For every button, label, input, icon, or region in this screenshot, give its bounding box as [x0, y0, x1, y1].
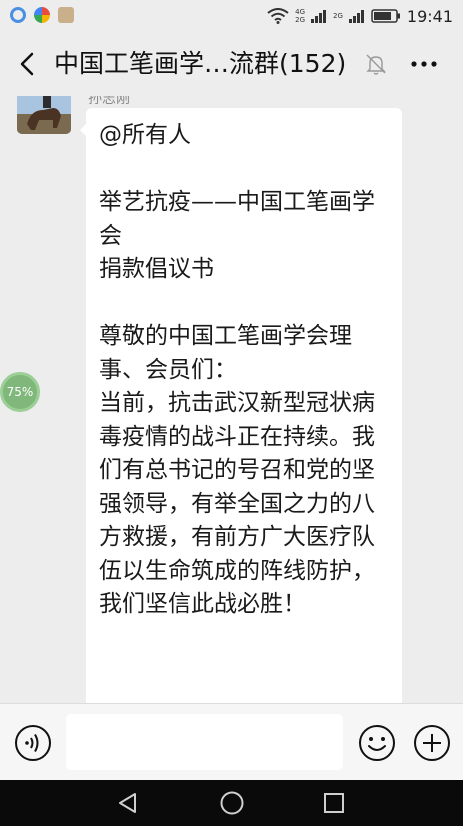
clock: 19:41	[406, 6, 453, 26]
chat-header: 中国工笔画学…流群(152)	[0, 32, 463, 96]
nav-back-button[interactable]	[115, 791, 141, 815]
wifi-icon	[267, 8, 289, 24]
status-indicators: 4G 2G 2G 19:41	[267, 4, 453, 28]
network-type-label: 2G	[333, 12, 343, 20]
progress-label: 75%	[6, 385, 34, 399]
more-button[interactable]	[404, 46, 444, 82]
back-arrow-icon	[20, 52, 34, 76]
app-notification-icon	[34, 7, 50, 23]
chat-message-list[interactable]: 孙志刚 @所有人 举艺抗疫——中国工笔画学会 捐款倡议书 尊敬的中国工笔画学会理…	[0, 96, 463, 703]
plus-icon	[414, 725, 450, 761]
emoji-button[interactable]	[358, 724, 396, 762]
network-type-label: 4G 2G	[295, 8, 305, 24]
signal-icon	[348, 10, 364, 23]
more-functions-button[interactable]	[413, 724, 451, 762]
network-2: 2G	[295, 16, 305, 24]
message-bubble[interactable]: @所有人 举艺抗疫——中国工笔画学会 捐款倡议书 尊敬的中国工笔画学会理事、会员…	[86, 108, 402, 703]
avatar[interactable]	[17, 96, 71, 134]
battery-icon	[371, 9, 400, 23]
message-input[interactable]	[66, 714, 343, 770]
signal-icon	[311, 10, 326, 23]
app-notification-icon	[10, 7, 26, 23]
emoji-icon	[359, 725, 395, 761]
voice-icon	[15, 725, 51, 761]
back-button[interactable]	[10, 46, 46, 82]
app-notification-icon	[58, 7, 74, 23]
system-navigation-bar	[0, 780, 463, 826]
sender-name: 孙志刚	[88, 96, 130, 107]
nav-recent-icon	[324, 793, 344, 813]
nav-recent-button[interactable]	[322, 791, 346, 815]
nav-home-button[interactable]	[219, 790, 245, 816]
status-bar: 4G 2G 2G 19:41	[0, 0, 463, 32]
nav-back-icon	[119, 793, 136, 813]
network-3: 2G	[333, 12, 343, 20]
message-text: @所有人 举艺抗疫——中国工笔画学会 捐款倡议书 尊敬的中国工笔画学会理事、会员…	[99, 122, 375, 617]
floating-progress-badge[interactable]: 75%	[0, 372, 40, 412]
nav-home-icon	[220, 791, 244, 815]
voice-button[interactable]	[14, 724, 52, 762]
muted-bell-icon	[364, 52, 388, 76]
notification-icons	[10, 7, 74, 23]
input-bar	[0, 703, 463, 780]
more-dots-icon	[411, 61, 437, 67]
chat-title: 中国工笔画学…流群(152)	[54, 49, 347, 78]
network-1: 4G	[295, 8, 305, 16]
